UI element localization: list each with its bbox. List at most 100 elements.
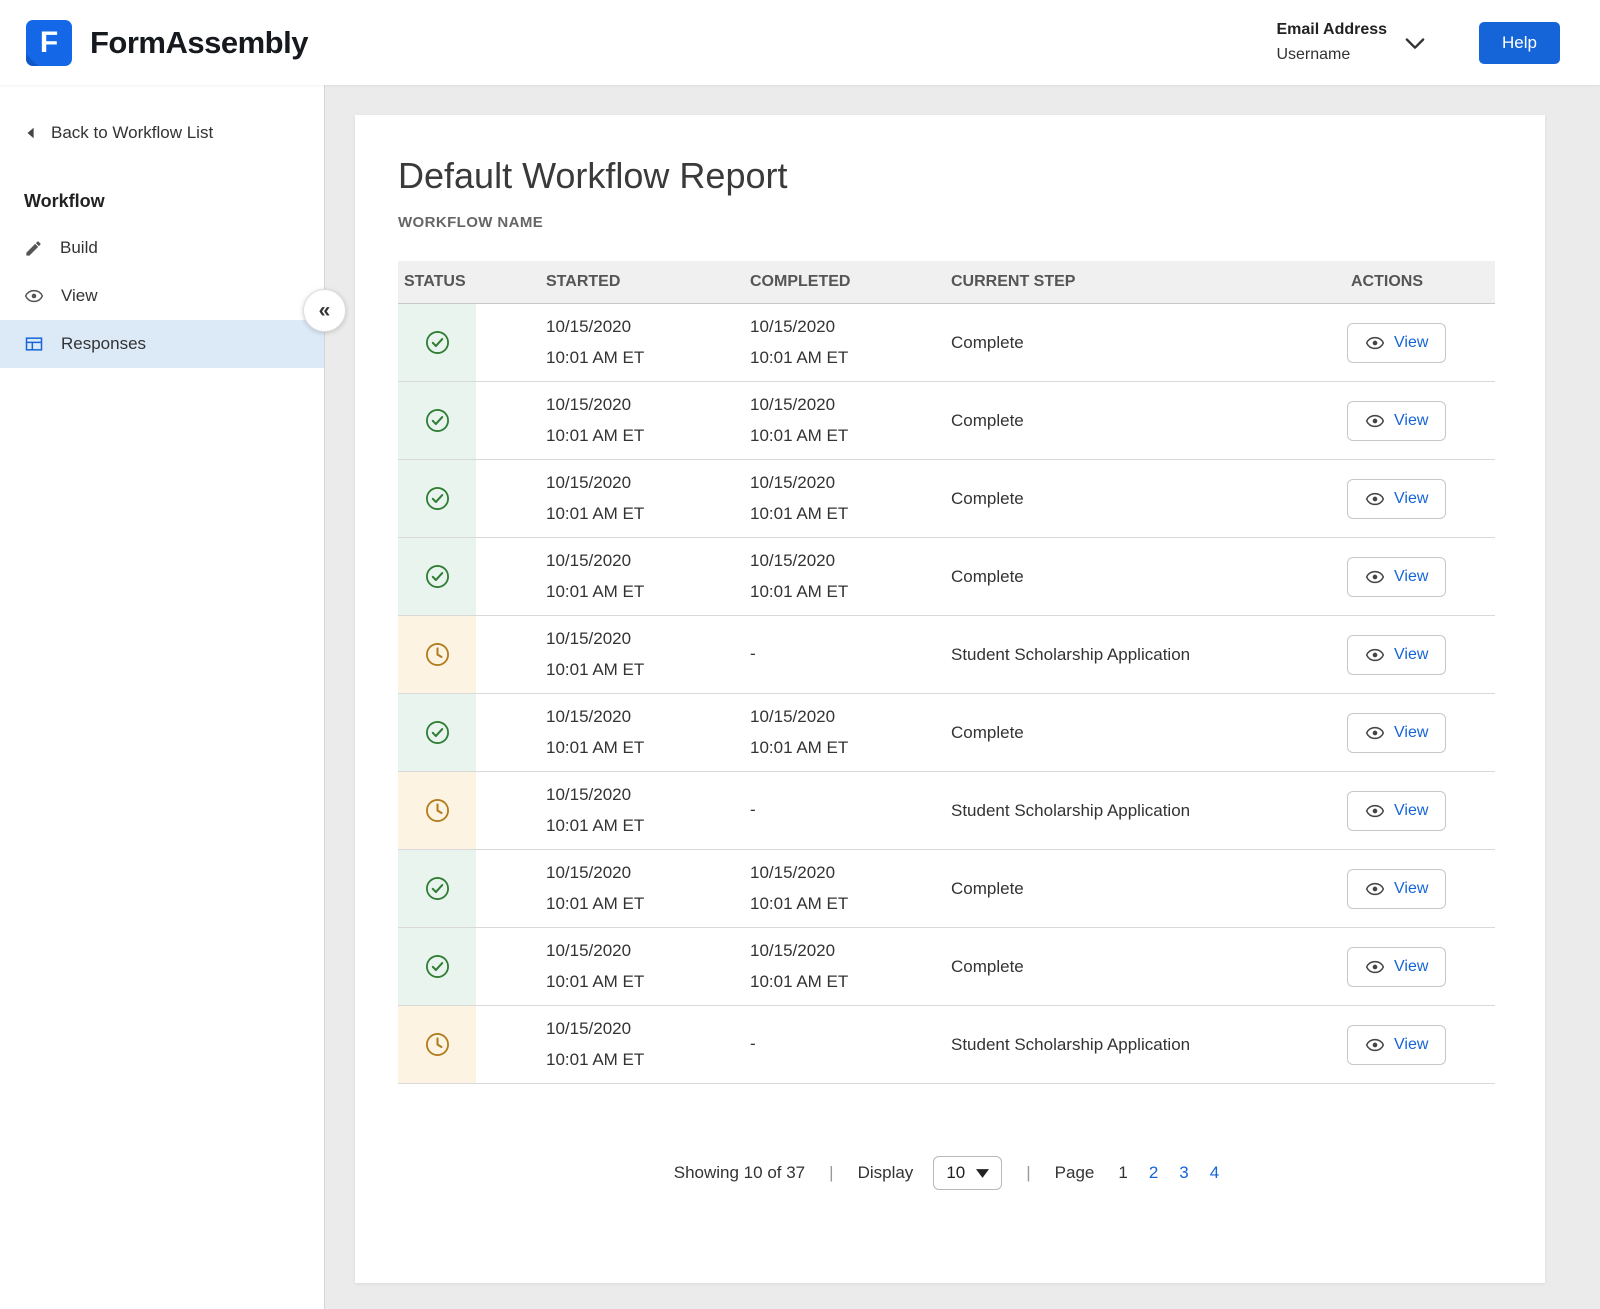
status-cell — [398, 615, 476, 694]
check-circle-icon — [424, 485, 451, 512]
started-time: 10:01 AM ET — [546, 1049, 645, 1069]
view-button-label: View — [1394, 333, 1429, 351]
started-time: 10:01 AM ET — [546, 815, 645, 835]
help-button[interactable]: Help — [1479, 21, 1560, 64]
page-1: 1 — [1118, 1163, 1128, 1182]
view-button-label: View — [1394, 723, 1429, 741]
completed-date: - — [750, 800, 756, 820]
view-button[interactable]: View — [1347, 400, 1447, 441]
started-date: 10/15/2020 — [546, 394, 632, 414]
current-step-cell: Complete — [945, 303, 1345, 382]
page-4[interactable]: 4 — [1210, 1163, 1219, 1183]
completed-time: 10:01 AM ET — [750, 347, 849, 367]
page-3[interactable]: 3 — [1179, 1163, 1188, 1183]
table-row: 10/15/2020 10:01 AM ET 10/15/2020 10:01 AM … — [398, 303, 1495, 382]
completed-cell: - — [744, 771, 945, 850]
started-date: 10/15/2020 — [546, 550, 632, 570]
sidebar-item-build[interactable]: Build — [0, 224, 324, 272]
completed-date: 10/15/2020 — [750, 550, 836, 570]
table-row: 10/15/2020 10:01 AM ET - Student Scholarshi… — [398, 771, 1495, 850]
view-button-label: View — [1394, 1035, 1429, 1053]
status-cell — [398, 693, 476, 772]
eye-icon — [1365, 957, 1385, 977]
brand-name: FormAssembly — [90, 24, 308, 60]
display-count-select[interactable]: 10 — [933, 1156, 1003, 1190]
started-cell: 10/15/2020 10:01 AM ET — [476, 771, 744, 850]
started-time: 10:01 AM ET — [546, 971, 645, 991]
started-time: 10:01 AM ET — [546, 737, 645, 757]
actions-cell: View — [1345, 849, 1495, 928]
current-step-cell: Complete — [945, 849, 1345, 928]
eye-icon — [1365, 411, 1385, 431]
started-time: 10:01 AM ET — [546, 659, 645, 679]
actions-cell: View — [1345, 459, 1495, 538]
completed-date: 10/15/2020 — [750, 706, 836, 726]
column-header-started: STARTED — [476, 261, 744, 304]
status-cell — [398, 771, 476, 850]
started-time: 10:01 AM ET — [546, 581, 645, 601]
status-cell — [398, 537, 476, 616]
sidebar-nav: Build View Responses — [0, 224, 324, 368]
sidebar-item-view[interactable]: View — [0, 272, 324, 320]
sidebar-item-label: View — [61, 286, 98, 305]
responses-table: STATUS STARTED COMPLETED CURRENT STEP ACTION… — [398, 261, 1495, 1084]
formassembly-logo[interactable]: F FormAssembly — [26, 19, 308, 66]
current-step-cell: Complete — [945, 459, 1345, 538]
started-cell: 10/15/2020 10:01 AM ET — [476, 381, 744, 460]
collapse-sidebar-button[interactable]: « — [303, 289, 346, 332]
completed-time: 10:01 AM ET — [750, 971, 849, 991]
view-button[interactable]: View — [1347, 946, 1447, 987]
view-button[interactable]: View — [1347, 868, 1447, 909]
view-button[interactable]: View — [1347, 634, 1447, 675]
current-step-cell: Student Scholarship Application — [945, 1005, 1345, 1084]
started-date: 10/15/2020 — [546, 784, 632, 804]
eye-icon — [24, 286, 44, 306]
table-row: 10/15/2020 10:01 AM ET 10/15/2020 10:01 AM … — [398, 927, 1495, 1006]
started-cell: 10/15/2020 10:01 AM ET — [476, 693, 744, 772]
chevron-down-icon — [1401, 29, 1429, 57]
view-button[interactable]: View — [1347, 1024, 1447, 1065]
account-email: Email Address — [1276, 20, 1388, 38]
sidebar-item-label: Responses — [61, 334, 147, 353]
actions-cell: View — [1345, 303, 1495, 382]
started-date: 10/15/2020 — [546, 1018, 632, 1038]
eye-icon — [1365, 567, 1385, 587]
page-2[interactable]: 2 — [1149, 1163, 1158, 1183]
view-button-label: View — [1394, 567, 1429, 585]
actions-cell: View — [1345, 927, 1495, 1006]
view-button[interactable]: View — [1347, 478, 1447, 519]
dropdown-arrow-icon — [976, 1168, 990, 1178]
started-date: 10/15/2020 — [546, 706, 632, 726]
completed-time: 10:01 AM ET — [750, 737, 849, 757]
status-cell — [398, 849, 476, 928]
check-circle-icon — [424, 329, 451, 356]
logo-letter: F — [39, 25, 59, 59]
view-button-label: View — [1394, 489, 1429, 507]
sidebar: Back to Workflow List Workflow Build Vie… — [0, 85, 346, 1309]
started-time: 10:01 AM ET — [546, 425, 645, 445]
table-row: 10/15/2020 10:01 AM ET 10/15/2020 10:01 AM … — [398, 537, 1495, 616]
check-circle-icon — [424, 719, 451, 746]
eye-icon — [1365, 489, 1385, 509]
view-button[interactable]: View — [1347, 712, 1447, 753]
logo-mark-icon: F — [26, 19, 72, 66]
table-row: 10/15/2020 10:01 AM ET - Student Scholarshi… — [398, 615, 1495, 694]
back-to-workflow-list-link[interactable]: Back to Workflow List — [0, 85, 324, 143]
started-cell: 10/15/2020 10:01 AM ET — [476, 849, 744, 928]
account-menu[interactable]: Email Address Username — [1276, 18, 1429, 68]
eye-icon — [1365, 645, 1385, 665]
current-step-cell: Complete — [945, 693, 1345, 772]
view-button[interactable]: View — [1347, 556, 1447, 597]
started-date: 10/15/2020 — [546, 316, 632, 336]
started-time: 10:01 AM ET — [546, 347, 645, 367]
clock-icon — [424, 641, 451, 668]
started-date: 10/15/2020 — [546, 628, 632, 648]
clock-icon — [424, 797, 451, 824]
completed-date: 10/15/2020 — [750, 472, 836, 492]
view-button[interactable]: View — [1347, 322, 1447, 363]
view-button[interactable]: View — [1347, 790, 1447, 831]
actions-cell: View — [1345, 1005, 1495, 1084]
current-step-cell: Complete — [945, 537, 1345, 616]
completed-cell: 10/15/2020 10:01 AM ET — [744, 303, 945, 382]
sidebar-item-responses[interactable]: Responses — [0, 320, 324, 368]
